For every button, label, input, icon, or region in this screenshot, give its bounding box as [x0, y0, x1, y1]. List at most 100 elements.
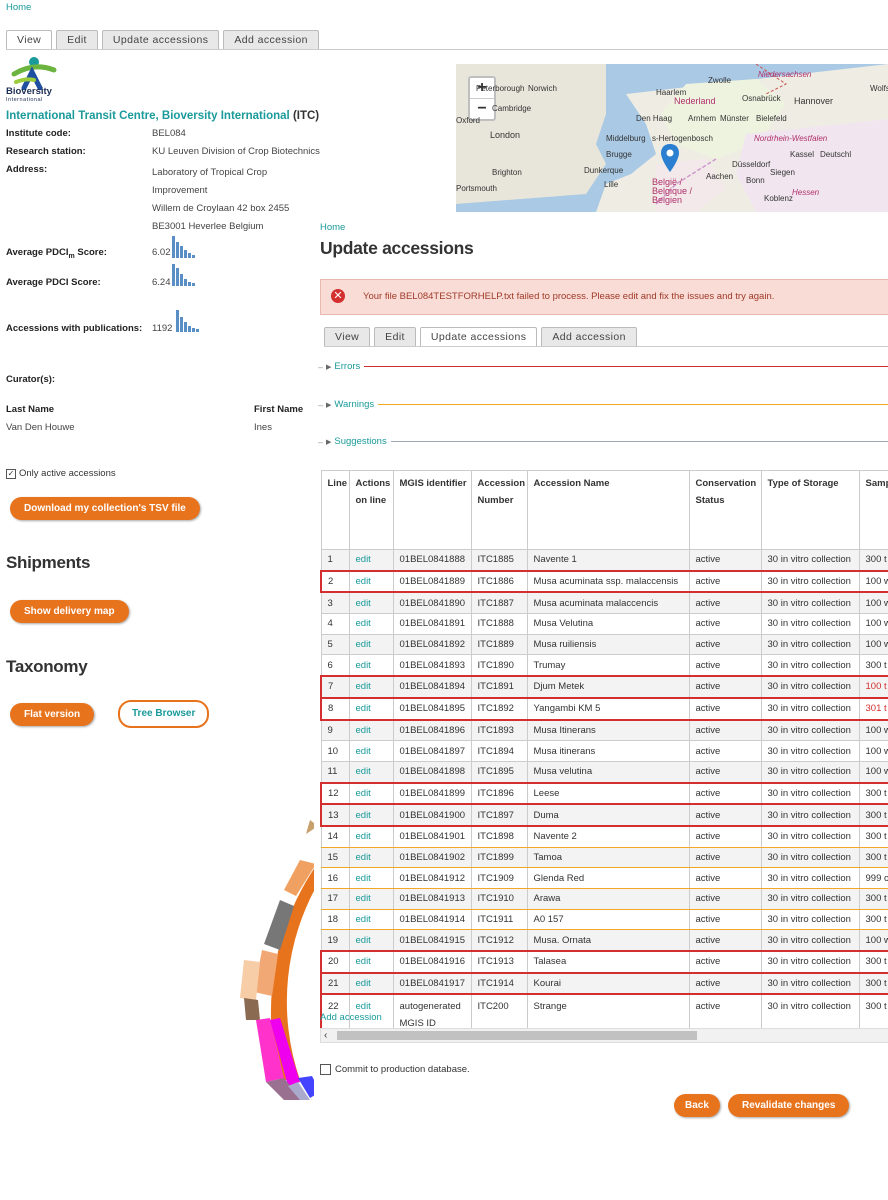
table-cell: active — [688, 846, 762, 869]
edit-row-link[interactable]: edit — [348, 696, 394, 721]
warnings-section-toggle[interactable]: – ▶ Warnings — [318, 399, 888, 410]
table-cell: Musa Velutina — [526, 613, 690, 635]
suggestions-section-toggle[interactable]: – ▶ Suggestions — [318, 436, 888, 447]
edit-row-link[interactable]: edit — [348, 908, 394, 931]
tab-edit[interactable]: Edit — [56, 30, 98, 49]
institute-code-link[interactable]: BEL084 — [152, 128, 186, 139]
tab-view[interactable]: View — [6, 30, 53, 49]
overlay-page-title: Update accessions — [320, 238, 474, 258]
edit-row-link[interactable]: edit — [348, 633, 394, 656]
column-header[interactable]: Accession Name — [526, 470, 690, 550]
edit-row-link[interactable]: edit — [348, 971, 394, 996]
taxonomy-sunburst-chart[interactable] — [240, 820, 320, 1100]
overlay-tab-edit[interactable]: Edit — [374, 327, 416, 346]
table-row: 16 edit 01BEL0841912 ITC1909 Glenda Red activ… — [320, 867, 888, 889]
table-cell: 01BEL0841914 — [392, 908, 472, 931]
table-cell: 01BEL0841889 — [392, 569, 472, 594]
table-cell: 15 — [320, 846, 350, 869]
table-cell: Musa acuminata ssp. malaccensis — [526, 569, 690, 594]
edit-row-link[interactable]: edit — [348, 740, 394, 762]
tab-update-accessions[interactable]: Update accessions — [101, 30, 220, 49]
warnings-section-label: Warnings — [334, 399, 375, 410]
edit-row-link[interactable]: edit — [348, 803, 394, 827]
institute-location-map[interactable]: + − Norwich Haarlem Zwolle Niedersachsen Ned… — [456, 64, 888, 212]
map-place-label: Den Haag — [636, 114, 673, 123]
overlay-tab-update-accessions[interactable]: Update accessions — [419, 327, 538, 346]
table-cell: 01BEL0841912 — [392, 867, 472, 889]
edit-row-link[interactable]: edit — [348, 591, 394, 615]
table-cell: active — [688, 971, 762, 996]
download-tsv-button[interactable]: Download my collection's TSV file — [10, 497, 200, 520]
commit-label: Commit to production database. — [335, 1064, 470, 1075]
table-row: 21 edit 01BEL0841917 ITC1914 Kourai active 30 … — [320, 971, 888, 996]
table-cell: 300 t — [858, 548, 888, 572]
edit-row-link[interactable]: edit — [348, 950, 394, 974]
tree-browser-button[interactable]: Tree Browser — [118, 700, 210, 728]
show-delivery-map-button[interactable]: Show delivery map — [10, 600, 129, 623]
edit-row-link[interactable]: edit — [348, 760, 394, 784]
column-header[interactable]: Type of Storage — [760, 470, 860, 550]
checkbox-unchecked-icon[interactable] — [320, 1064, 331, 1075]
map-place-label: Oxford — [456, 116, 481, 125]
table-cell: active — [688, 633, 762, 656]
table-cell: Glenda Red — [526, 867, 690, 889]
revalidate-changes-button[interactable]: Revalidate changes — [728, 1094, 850, 1117]
table-cell: 100 w — [858, 929, 888, 952]
table-cell: 300 t — [858, 781, 888, 806]
edit-row-link[interactable]: edit — [348, 613, 394, 635]
table-cell: active — [688, 867, 762, 889]
horizontal-scrollbar[interactable]: ‹ — [320, 1028, 888, 1043]
edit-row-link[interactable]: edit — [348, 846, 394, 869]
add-accession-link[interactable]: Add accession — [320, 1012, 382, 1023]
edit-row-link[interactable]: edit — [348, 548, 394, 572]
edit-row-link[interactable]: edit — [348, 888, 394, 910]
only-active-toggle[interactable]: ✓ Only active accessions — [6, 468, 116, 479]
column-header[interactable]: MGIS identifier — [392, 470, 472, 550]
tab-add-accession[interactable]: Add accession — [223, 30, 319, 49]
table-cell: 300 t — [858, 971, 888, 996]
scrollbar-thumb[interactable] — [337, 1031, 697, 1040]
map-place-label: Middelburg — [606, 134, 646, 143]
institute-code-label: Institute code: — [6, 128, 71, 139]
overlay-breadcrumb-home[interactable]: Home — [320, 222, 345, 233]
flat-version-button[interactable]: Flat version — [10, 703, 95, 726]
errors-section-toggle[interactable]: – ▶ Errors — [318, 361, 888, 372]
institute-name: International Transit Centre, Bioversity… — [6, 110, 319, 122]
table-cell: 30 in vitro collection — [760, 718, 860, 742]
edit-row-link[interactable]: edit — [348, 781, 394, 806]
commit-toggle[interactable]: Commit to production database. — [320, 1064, 470, 1075]
breadcrumb-home[interactable]: Home — [6, 2, 31, 13]
map-marker-icon[interactable] — [661, 144, 679, 172]
sunburst-segment — [244, 998, 260, 1020]
overlay-tab-add-accession[interactable]: Add accession — [541, 327, 637, 346]
table-cell: 100 w — [858, 718, 888, 742]
edit-row-link[interactable]: edit — [348, 654, 394, 677]
edit-row-link[interactable]: edit — [348, 675, 394, 699]
table-cell: 01BEL0841902 — [392, 846, 472, 869]
edit-row-link[interactable]: edit — [348, 569, 394, 594]
edit-row-link[interactable]: edit — [348, 929, 394, 952]
column-header[interactable]: Accession Number — [470, 470, 528, 550]
edit-row-link[interactable]: edit — [348, 825, 394, 848]
column-header[interactable]: Samp — [858, 470, 888, 550]
table-cell: active — [688, 548, 762, 572]
table-cell: active — [688, 718, 762, 742]
map-place-label: Kassel — [790, 150, 815, 159]
map-zoom-control[interactable]: + − — [468, 76, 496, 121]
edit-row-link[interactable]: edit — [348, 867, 394, 889]
scroll-left-icon[interactable]: ‹ — [324, 1029, 327, 1042]
edit-row-link[interactable]: edit — [348, 718, 394, 742]
table-cell: 100 w — [858, 760, 888, 784]
column-header[interactable]: Actions on line — [348, 470, 394, 550]
map-place-label: Peterborough — [476, 84, 525, 93]
table-cell: active — [688, 825, 762, 848]
table-cell: 01BEL0841894 — [392, 675, 472, 699]
back-button[interactable]: Back — [674, 1094, 720, 1117]
overlay-tab-view[interactable]: View — [324, 327, 371, 346]
checkbox-checked-icon[interactable]: ✓ — [6, 468, 16, 479]
error-alert: ✕ Your file BEL084TESTFORHELP.txt failed… — [320, 279, 888, 315]
column-header[interactable]: Conservation Status — [688, 470, 762, 550]
address-line: Laboratory of Tropical Crop — [152, 167, 268, 178]
table-cell: Talasea — [526, 950, 690, 974]
column-header[interactable]: Line — [320, 470, 350, 550]
